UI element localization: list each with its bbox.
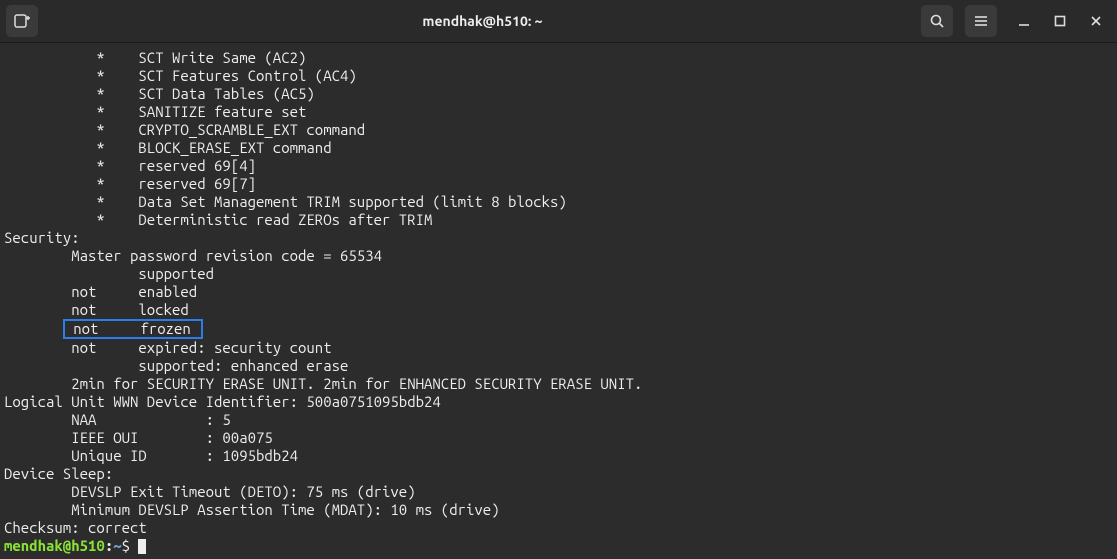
new-tab-button[interactable] [6, 5, 38, 37]
minimize-button[interactable] [1009, 6, 1039, 36]
cursor [138, 539, 146, 554]
terminal-line: not locked [4, 301, 1113, 319]
terminal-line: 2min for SECURITY ERASE UNIT. 2min for E… [4, 375, 1113, 393]
close-button[interactable] [1081, 6, 1111, 36]
terminal-line: * Data Set Management TRIM supported (li… [4, 193, 1113, 211]
terminal-line: not frozen [4, 319, 1113, 339]
terminal-line: Logical Unit WWN Device Identifier: 500a… [4, 393, 1113, 411]
highlight-box: not frozen [63, 319, 203, 339]
prompt-separator: : [105, 537, 113, 554]
terminal-line: DEVSLP Exit Timeout (DETO): 75 ms (drive… [4, 483, 1113, 501]
terminal-line: Device Sleep: [4, 465, 1113, 483]
new-tab-icon [13, 12, 31, 30]
prompt-path: ~ [113, 537, 121, 554]
terminal-line: IEEE OUI : 00a075 [4, 429, 1113, 447]
minimize-icon [1018, 15, 1030, 27]
terminal-line: Unique ID : 1095bdb24 [4, 447, 1113, 465]
hamburger-icon [973, 13, 989, 29]
terminal-line: * SCT Data Tables (AC5) [4, 85, 1113, 103]
close-icon [1090, 15, 1102, 27]
terminal-line: * SCT Write Same (AC2) [4, 49, 1113, 67]
terminal-line: * BLOCK_ERASE_EXT command [4, 139, 1113, 157]
terminal-line: * CRYPTO_SCRAMBLE_EXT command [4, 121, 1113, 139]
maximize-button[interactable] [1045, 6, 1075, 36]
window-title: mendhak@h510: ~ [44, 13, 921, 29]
terminal-line: Security: [4, 229, 1113, 247]
search-button[interactable] [921, 5, 953, 37]
titlebar: mendhak@h510: ~ [0, 0, 1117, 43]
terminal-line: * SCT Features Control (AC4) [4, 67, 1113, 85]
prompt-user-host: mendhak@h510 [4, 537, 105, 554]
terminal-line: * Deterministic read ZEROs after TRIM [4, 211, 1113, 229]
prompt-symbol: $ [122, 537, 139, 554]
terminal-line: * SANITIZE feature set [4, 103, 1113, 121]
terminal-line: not enabled [4, 283, 1113, 301]
terminal-line: Checksum: correct [4, 519, 1113, 537]
terminal-line: * reserved 69[7] [4, 175, 1113, 193]
terminal-output[interactable]: * SCT Write Same (AC2) * SCT Features Co… [0, 43, 1117, 559]
terminal-line: supported: enhanced erase [4, 357, 1113, 375]
menu-button[interactable] [965, 5, 997, 37]
terminal-line: Minimum DEVSLP Assertion Time (MDAT): 10… [4, 501, 1113, 519]
terminal-line: NAA : 5 [4, 411, 1113, 429]
prompt-line[interactable]: mendhak@h510:~$ [4, 537, 1113, 555]
terminal-line: supported [4, 265, 1113, 283]
terminal-line: not expired: security count [4, 339, 1113, 357]
terminal-line: Master password revision code = 65534 [4, 247, 1113, 265]
maximize-icon [1054, 15, 1066, 27]
terminal-line: * reserved 69[4] [4, 157, 1113, 175]
search-icon [929, 13, 945, 29]
